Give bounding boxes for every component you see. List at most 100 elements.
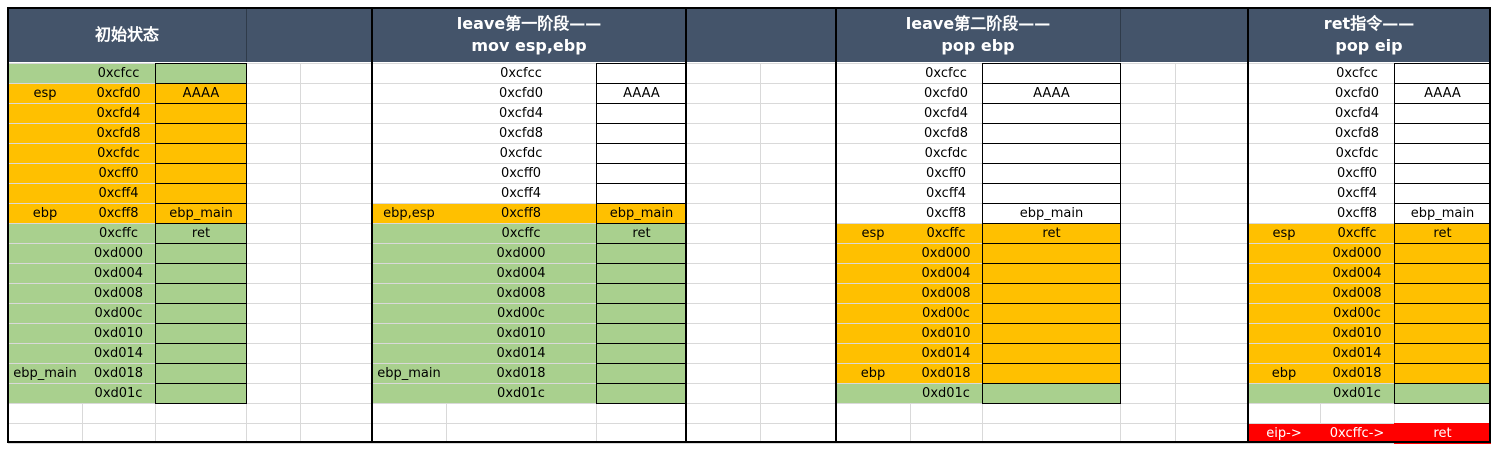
register-label [8,223,82,243]
register-label [372,303,446,323]
register-label: esp [1272,225,1296,241]
gridline-v [1175,63,1176,441]
register-label [1248,123,1320,143]
eip-value-cell: ret [1394,423,1491,444]
panel-separator [371,7,373,442]
register-label [8,123,82,143]
stack-value-cell [1394,283,1491,304]
stack-address: 0xd000 [921,245,971,261]
stack-value-cell [982,63,1121,84]
stack-address: 0xd00c [922,305,970,321]
gridline-v [760,63,761,441]
stack-value-cell [982,363,1121,384]
stack-value-cell [596,303,687,324]
stack-value-cell [1394,143,1491,164]
stack-value-cell: ret [596,223,687,244]
stack-address: 0xcfd4 [499,105,543,121]
register-label [836,343,910,363]
stack-address: 0xcfdc [499,145,543,161]
stack-value-cell [982,143,1121,164]
stack-address: 0xcff4 [925,185,967,201]
stack-address: 0xd014 [93,345,144,361]
panel-title-line: pop eip [1335,35,1403,55]
header-spacer [246,7,372,62]
stack-value-cell [982,343,1121,364]
stack-value-cell [155,163,247,184]
spreadsheet-grid: 初始状态 leave第一阶段—— mov esp,ebp leave第二阶段—— pop… [0,0,1497,450]
stack-address: 0xd00c [94,305,143,321]
stack-value-cell [155,323,247,344]
stack-value-cell: AAAA [596,83,687,104]
stack-value-cell [596,103,687,124]
register-label [836,183,910,203]
stack-address: 0xd014 [496,345,546,361]
stack-value-cell [596,243,687,264]
register-label [8,63,82,83]
stack-value-cell [1394,383,1491,404]
stack-value-cell [596,183,687,204]
stack-value-cell [982,263,1121,284]
register-label [372,283,446,303]
register-label [8,303,82,323]
stack-address: 0xcff0 [500,165,542,181]
stack-address: 0xd018 [93,365,144,381]
stack-value-cell: AAAA [155,83,247,104]
stack-value-cell [982,183,1121,204]
register-label [372,323,446,343]
register-label [372,223,446,243]
register-label [8,243,82,263]
stack-address: 0xd01c [1333,385,1381,401]
stack-address: 0xd008 [921,285,971,301]
stack-value-cell [596,283,687,304]
stack-value-cell [596,383,687,404]
stack-address: 0xd008 [93,285,144,301]
register-label [1248,343,1320,363]
register-label [8,263,82,283]
register-label [372,83,446,103]
stack-value-cell: AAAA [982,83,1121,104]
stack-address: 0xd018 [1332,365,1382,381]
stack-value-cell [155,383,247,404]
panel-header: 初始状态 [8,7,246,62]
stack-address: 0xd010 [921,325,971,341]
register-label [8,343,82,363]
stack-value-cell [155,183,247,204]
stack-value-cell [155,363,247,384]
register-label [836,263,910,283]
stack-address: 0xd01c [94,385,143,401]
stack-value-cell: ebp_main [155,203,247,224]
stack-address: 0xcfcc [97,65,140,81]
register-label [836,123,910,143]
stack-address: 0xcfd8 [924,125,968,141]
stack-address: 0xcff0 [98,165,139,181]
register-label: ebp [860,365,886,381]
panel-title-line: ret指令—— [1323,13,1415,33]
stack-address: 0xcfdc [97,145,140,161]
stack-address: 0xcfd4 [924,105,968,121]
register-label [836,283,910,303]
register-label [372,263,446,283]
stack-value-cell [982,383,1121,404]
register-label [1248,103,1320,123]
register-label: eip-> [1266,425,1302,441]
stack-address: 0xd008 [1332,285,1382,301]
stack-address: 0xd010 [1332,325,1382,341]
stack-value-cell [155,303,247,324]
stack-address: 0xd014 [921,345,971,361]
register-label [8,283,82,303]
stack-address: 0xcffc [926,225,966,241]
stack-address: 0xcfcc [925,65,967,81]
stack-address: 0xd010 [496,325,546,341]
stack-value-cell [155,63,247,84]
stack-value-cell [1394,183,1491,204]
panel-separator [835,7,837,442]
gridline-v [300,63,301,441]
stack-value-cell [596,263,687,284]
register-label [372,123,446,143]
stack-address: 0xcfd8 [499,125,543,141]
stack-value-cell [155,283,247,304]
stack-value-cell [1394,103,1491,124]
stack-value-cell [155,143,247,164]
register-label [372,343,446,363]
stack-address: 0xd000 [1332,245,1382,261]
